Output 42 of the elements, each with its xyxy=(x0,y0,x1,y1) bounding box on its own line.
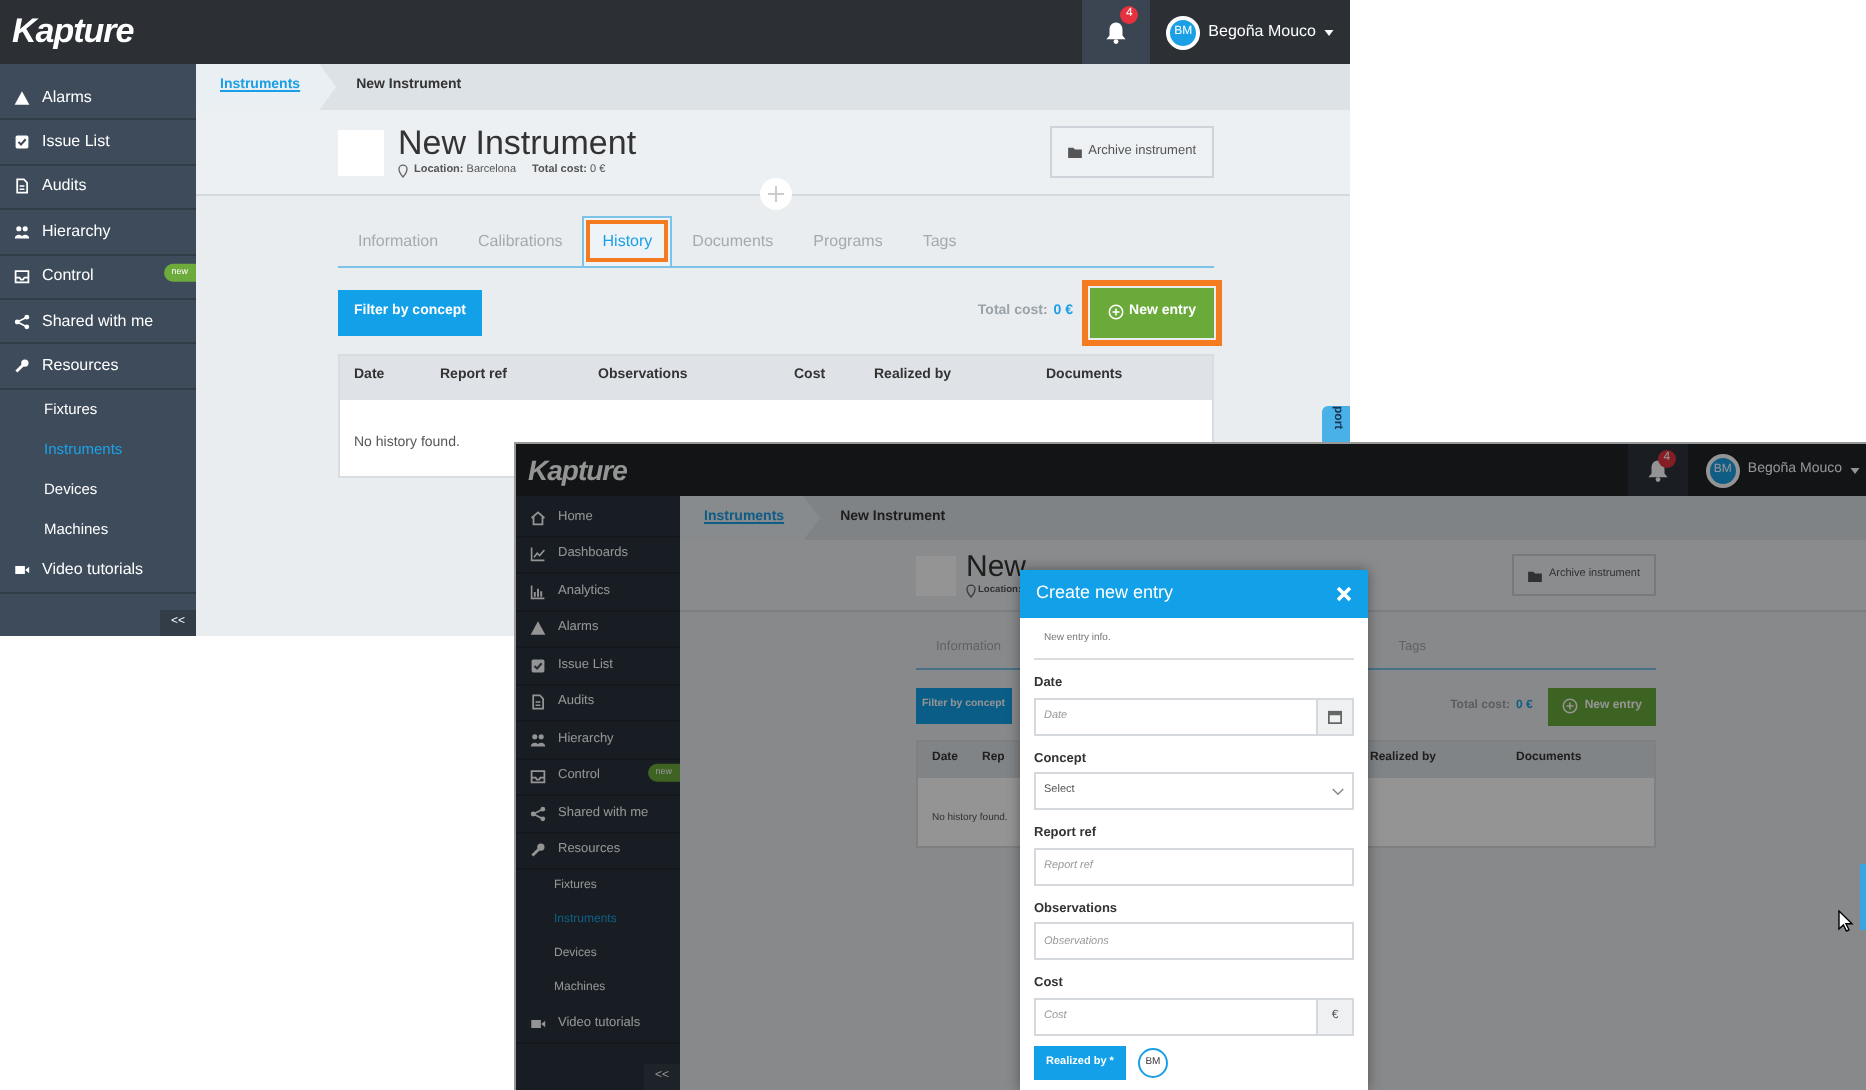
line-chart-icon xyxy=(530,546,546,563)
add-button[interactable] xyxy=(760,178,792,210)
wrench-icon xyxy=(14,358,30,375)
inbox-icon xyxy=(14,268,30,285)
close-button[interactable] xyxy=(1336,586,1352,602)
folder-icon xyxy=(1068,146,1083,158)
folder-icon xyxy=(1528,569,1543,581)
chevron-down-icon xyxy=(1332,787,1344,795)
bell-icon xyxy=(1104,20,1129,44)
calendar-icon xyxy=(1328,709,1342,723)
close-icon xyxy=(1336,586,1352,602)
people-icon xyxy=(14,223,30,240)
caret-icon xyxy=(1850,467,1860,473)
plus-circle-icon xyxy=(1562,698,1579,715)
checkbox-icon xyxy=(14,134,30,151)
instrument-title: New Instrument xyxy=(398,125,637,163)
side-tab[interactable] xyxy=(1860,864,1866,930)
camera-icon xyxy=(530,1015,546,1032)
instrument-title: New xyxy=(966,551,1027,585)
bar-chart-icon xyxy=(530,583,546,600)
cursor-icon xyxy=(1838,910,1854,932)
document-icon xyxy=(14,178,30,195)
location-pin-icon xyxy=(398,163,408,178)
wrench-icon xyxy=(530,842,546,859)
inbox-icon xyxy=(530,768,546,785)
document-icon xyxy=(530,694,546,711)
warning-icon xyxy=(14,89,30,106)
logo: Kapture xyxy=(526,451,627,490)
user-name: Begoña Mouco xyxy=(1208,20,1316,44)
share-icon xyxy=(530,805,546,822)
people-icon xyxy=(530,731,546,748)
logo: Kapture xyxy=(10,10,134,55)
location-pin-icon xyxy=(966,584,976,599)
plus-icon xyxy=(768,186,784,202)
home-icon xyxy=(530,509,546,526)
warning-icon xyxy=(530,620,546,637)
modal-title: Create new entry xyxy=(1036,580,1174,607)
share-icon xyxy=(14,313,30,330)
plus-circle-icon xyxy=(1107,304,1124,321)
checkbox-icon xyxy=(530,657,546,674)
caret-icon xyxy=(1324,29,1334,35)
camera-icon xyxy=(14,562,30,579)
